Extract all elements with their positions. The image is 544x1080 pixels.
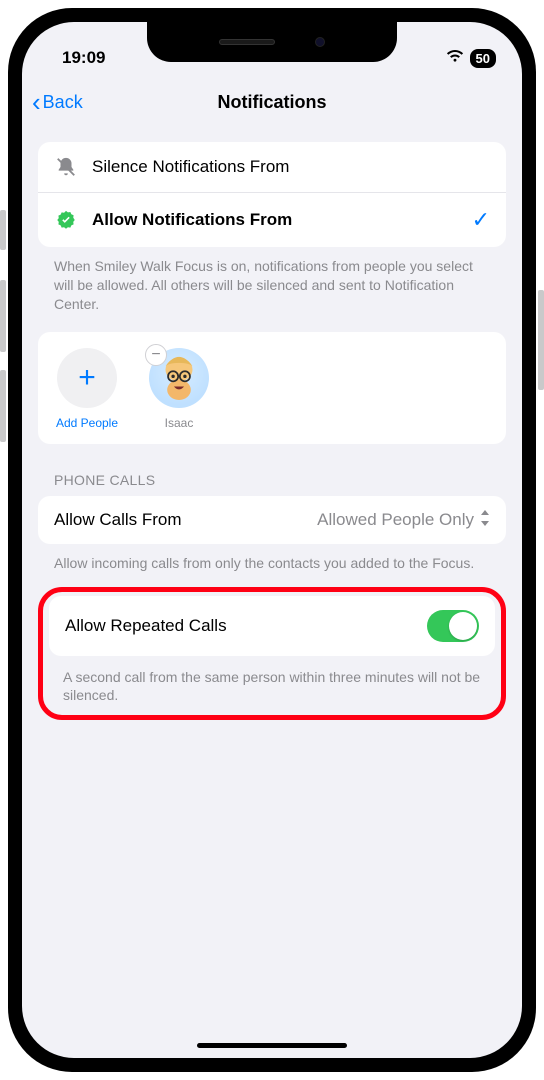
device-notch xyxy=(147,22,397,62)
silence-notifications-row[interactable]: Silence Notifications From xyxy=(38,142,506,192)
add-people-label: Add People xyxy=(56,416,118,430)
person-name: Isaac xyxy=(165,416,194,430)
repeated-description: A second call from the same person withi… xyxy=(47,656,497,706)
selector-icon xyxy=(480,510,490,529)
allow-label: Allow Notifications From xyxy=(92,210,458,230)
status-time: 19:09 xyxy=(62,48,105,68)
home-indicator[interactable] xyxy=(197,1043,347,1048)
battery-indicator: 50 xyxy=(470,49,496,68)
side-button-volume-up xyxy=(0,280,6,352)
verified-badge-icon xyxy=(54,210,78,230)
notifications-mode-group: Silence Notifications From Allow Notific… xyxy=(38,142,506,247)
calls-from-value: Allowed People Only xyxy=(317,510,474,530)
add-people-button[interactable]: + Add People xyxy=(52,348,122,430)
silence-label: Silence Notifications From xyxy=(92,157,490,177)
checkmark-icon: ✓ xyxy=(472,207,490,233)
allow-calls-from-row[interactable]: Allow Calls From Allowed People Only xyxy=(38,496,506,544)
calls-from-label: Allow Calls From xyxy=(54,510,303,530)
allow-repeated-calls-row[interactable]: Allow Repeated Calls xyxy=(49,596,495,656)
plus-icon: + xyxy=(78,363,96,393)
person-isaac[interactable]: − xyxy=(144,348,214,430)
repeated-toggle[interactable] xyxy=(427,610,479,642)
back-label: Back xyxy=(43,92,83,113)
remove-person-button[interactable]: − xyxy=(145,344,167,366)
avatar: − xyxy=(149,348,209,408)
side-button-power xyxy=(538,290,544,390)
bell-slash-icon xyxy=(54,156,78,178)
side-button-silence xyxy=(0,210,6,250)
allow-description: When Smiley Walk Focus is on, notificati… xyxy=(38,247,506,314)
side-button-volume-down xyxy=(0,370,6,442)
annotation-highlight: Allow Repeated Calls A second call from … xyxy=(38,587,506,721)
phone-calls-header: PHONE CALLS xyxy=(38,444,506,496)
allow-notifications-row[interactable]: Allow Notifications From ✓ xyxy=(38,192,506,247)
repeated-label: Allow Repeated Calls xyxy=(65,616,413,636)
nav-bar: ‹ Back Notifications xyxy=(22,80,522,124)
chevron-back-icon: ‹ xyxy=(32,89,41,115)
wifi-icon xyxy=(446,48,464,68)
back-button[interactable]: ‹ Back xyxy=(32,89,83,115)
allowed-people-card: + Add People − xyxy=(38,332,506,444)
calls-description: Allow incoming calls from only the conta… xyxy=(38,544,506,573)
page-title: Notifications xyxy=(217,92,326,113)
allow-calls-card: Allow Calls From Allowed People Only xyxy=(38,496,506,544)
